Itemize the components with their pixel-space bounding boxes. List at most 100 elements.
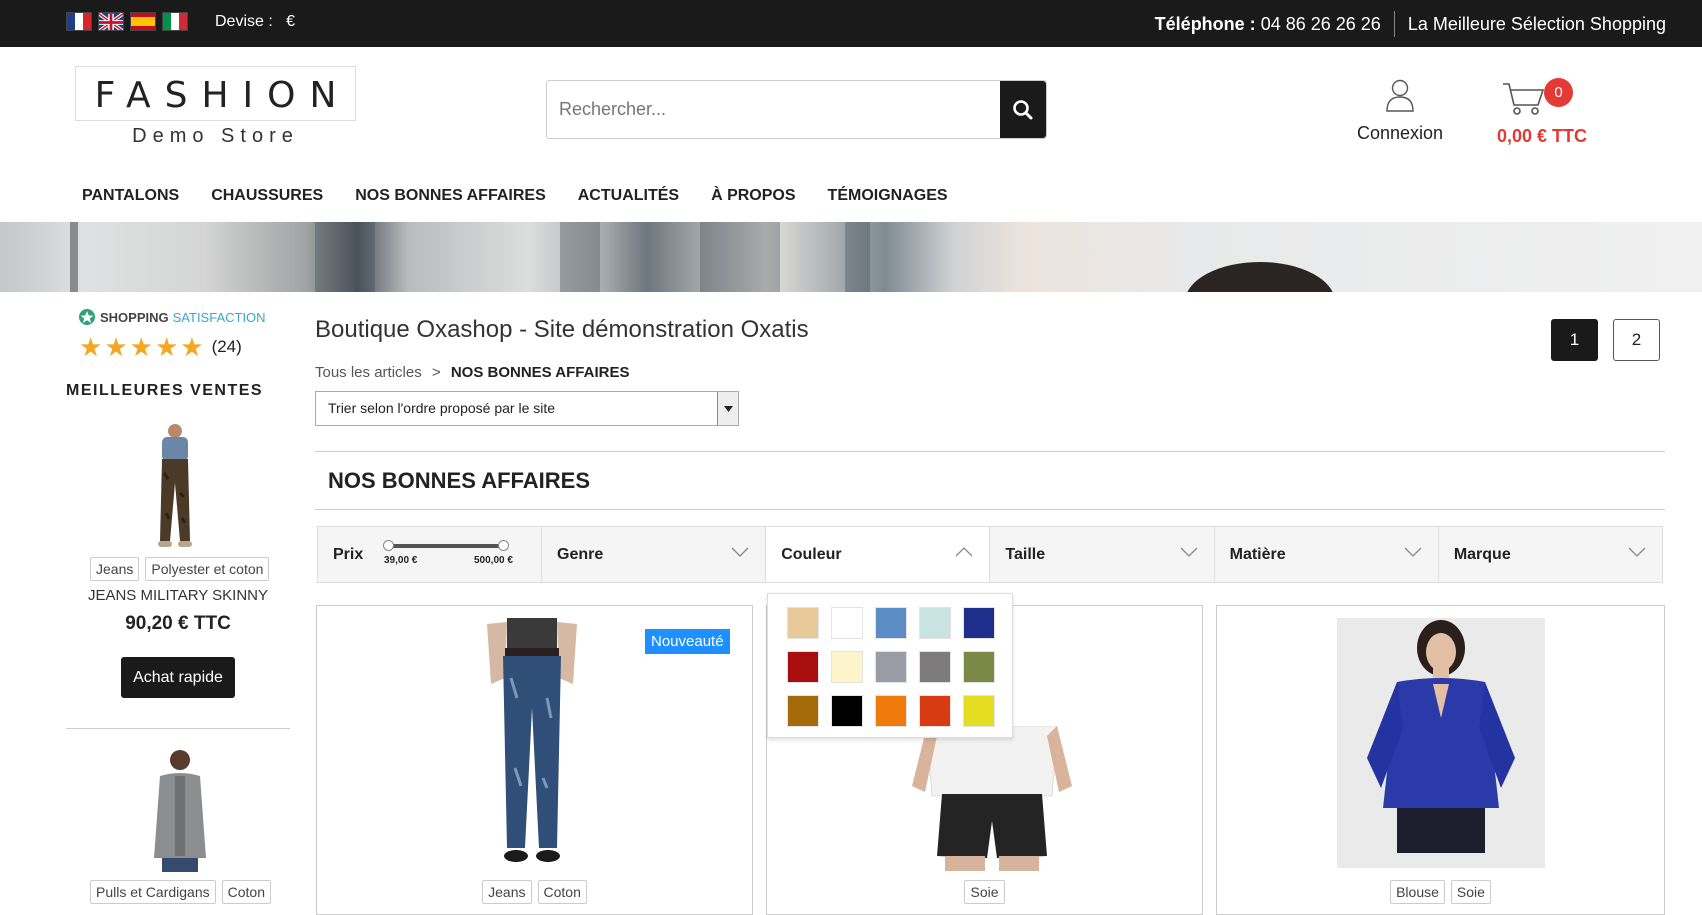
nav-item-actualites[interactable]: ACTUALITÉS xyxy=(578,187,679,205)
product-tag[interactable]: Jeans xyxy=(482,880,532,904)
filter-marque[interactable]: Marque xyxy=(1439,527,1662,582)
top-contact: Téléphone : 04 86 26 26 26 La Meilleure … xyxy=(1155,11,1666,37)
currency-value: € xyxy=(286,13,296,30)
best-seller-1-image[interactable] xyxy=(140,423,210,551)
divider xyxy=(66,728,290,729)
price-min-handle[interactable] xyxy=(383,540,394,551)
filter-genre[interactable]: Genre xyxy=(542,527,767,582)
section-title: NOS BONNES AFFAIRES xyxy=(328,468,590,493)
color-swatch[interactable] xyxy=(831,607,863,639)
color-swatch[interactable] xyxy=(787,607,819,639)
filter-couleur-label: Couleur xyxy=(781,546,842,563)
chevron-up-icon xyxy=(955,547,973,557)
chevron-down-icon xyxy=(731,547,749,557)
sort-select[interactable]: Trier selon l'ordre proposé par le site xyxy=(315,391,739,426)
product-image[interactable] xyxy=(907,725,1077,871)
color-swatch[interactable] xyxy=(875,607,907,639)
color-swatch[interactable] xyxy=(875,651,907,683)
filter-bar: Prix 39,00 € 500,00 € Genre Couleur Tail… xyxy=(317,526,1663,583)
price-max-handle[interactable] xyxy=(498,540,509,551)
star-icon: ★ xyxy=(154,332,179,362)
rating-count: (24) xyxy=(211,337,242,356)
color-swatch[interactable] xyxy=(831,695,863,727)
page-2-button[interactable]: 2 xyxy=(1613,319,1660,361)
product-tag[interactable]: Soie xyxy=(1450,880,1491,904)
color-swatch[interactable] xyxy=(963,695,995,727)
account-link[interactable]: Connexion xyxy=(1350,78,1450,144)
page-1-button[interactable]: 1 xyxy=(1551,319,1598,361)
color-swatch[interactable] xyxy=(919,695,951,727)
flag-uk-icon[interactable] xyxy=(98,12,124,31)
filter-prix[interactable]: Prix 39,00 € 500,00 € xyxy=(318,527,542,582)
currency-selector[interactable]: Devise : € xyxy=(215,13,295,31)
color-swatch[interactable] xyxy=(787,651,819,683)
dropdown-arrow-icon[interactable] xyxy=(717,392,738,425)
sort-value: Trier selon l'ordre proposé par le site xyxy=(328,400,556,416)
divider xyxy=(315,509,1665,510)
shopping-satisfaction-badge[interactable]: SHOPPING SATISFACTION xyxy=(78,308,266,326)
logo-subtitle: Demo Store xyxy=(132,125,299,147)
main-nav: PANTALONS CHAUSSURES NOS BONNES AFFAIRES… xyxy=(82,187,948,205)
hero-banner xyxy=(0,222,1702,292)
product-tag[interactable]: Soie xyxy=(964,880,1005,904)
product-tag[interactable]: Coton xyxy=(537,880,587,904)
nav-item-a-propos[interactable]: À PROPOS xyxy=(711,187,795,205)
color-swatch[interactable] xyxy=(875,695,907,727)
color-swatch[interactable] xyxy=(919,607,951,639)
product-tag[interactable]: Pulls et Cardigans xyxy=(90,880,216,904)
nav-item-pantalons[interactable]: PANTALONS xyxy=(82,187,179,205)
nav-item-bonnes-affaires[interactable]: NOS BONNES AFFAIRES xyxy=(355,187,546,205)
logo-title: FASHION xyxy=(94,75,351,116)
phone-label: Téléphone : xyxy=(1154,13,1256,34)
product-image[interactable] xyxy=(1337,618,1545,868)
nav-item-chaussures[interactable]: CHAUSSURES xyxy=(211,187,323,205)
breadcrumb-root[interactable]: Tous les articles xyxy=(315,364,422,381)
color-swatch[interactable] xyxy=(787,695,819,727)
price-max-label: 500,00 € xyxy=(474,555,513,566)
filter-couleur[interactable]: Couleur xyxy=(766,527,991,582)
filter-genre-label: Genre xyxy=(557,546,604,563)
quick-buy-button[interactable]: Achat rapide xyxy=(121,657,235,698)
user-icon xyxy=(1386,79,1414,112)
product-card[interactable]: Nouveauté Jeans Coton xyxy=(316,605,753,915)
color-filter-dropdown xyxy=(767,593,1013,738)
search-input[interactable] xyxy=(547,81,1000,138)
color-swatch[interactable] xyxy=(963,651,995,683)
product-tags: Blouse Soie xyxy=(1217,880,1664,904)
best-seller-2-tags: Pulls et Cardigans Coton xyxy=(90,880,271,904)
best-seller-2-image[interactable] xyxy=(140,748,220,872)
product-card[interactable]: Blouse Soie xyxy=(1216,605,1665,915)
color-swatch[interactable] xyxy=(963,607,995,639)
product-tag[interactable]: Blouse xyxy=(1390,880,1445,904)
filter-matiere[interactable]: Matière xyxy=(1215,527,1439,582)
flag-es-icon[interactable] xyxy=(130,12,156,31)
search-button[interactable] xyxy=(1000,81,1046,138)
product-tags: Jeans Coton xyxy=(317,880,752,904)
breadcrumb: Tous les articles > NOS BONNES AFFAIRES xyxy=(315,364,629,381)
product-image[interactable] xyxy=(477,618,587,868)
store-logo[interactable]: FASHION xyxy=(75,66,356,121)
filter-taille-label: Taille xyxy=(1005,546,1046,563)
product-tags: Soie xyxy=(767,880,1202,904)
price-range-slider[interactable] xyxy=(383,540,509,551)
currency-label: Devise : xyxy=(215,13,273,30)
product-tag[interactable]: Polyester et coton xyxy=(145,557,270,581)
best-sellers-title: MEILLEURES VENTES xyxy=(66,382,264,399)
best-seller-1-name[interactable]: JEANS MILITARY SKINNY xyxy=(66,587,290,604)
flag-fr-icon[interactable] xyxy=(66,12,92,31)
filter-prix-label: Prix xyxy=(333,546,364,563)
product-tag[interactable]: Coton xyxy=(221,880,271,904)
product-tag[interactable]: Jeans xyxy=(90,557,140,581)
filter-taille[interactable]: Taille xyxy=(990,527,1215,582)
nav-item-temoignages[interactable]: TÉMOIGNAGES xyxy=(828,187,948,205)
new-badge: Nouveauté xyxy=(645,629,730,654)
star-icon: ★ xyxy=(180,332,204,362)
pagination: 1 2 xyxy=(1551,319,1660,361)
top-bar: Devise : € Téléphone : 04 86 26 26 26 La… xyxy=(0,0,1702,47)
color-swatch[interactable] xyxy=(919,651,951,683)
chevron-down-icon xyxy=(1628,547,1646,557)
flag-it-icon[interactable] xyxy=(162,12,188,31)
color-swatch[interactable] xyxy=(831,651,863,683)
breadcrumb-separator: > xyxy=(431,364,441,381)
best-seller-1-price: 90,20 € TTC xyxy=(125,613,231,634)
